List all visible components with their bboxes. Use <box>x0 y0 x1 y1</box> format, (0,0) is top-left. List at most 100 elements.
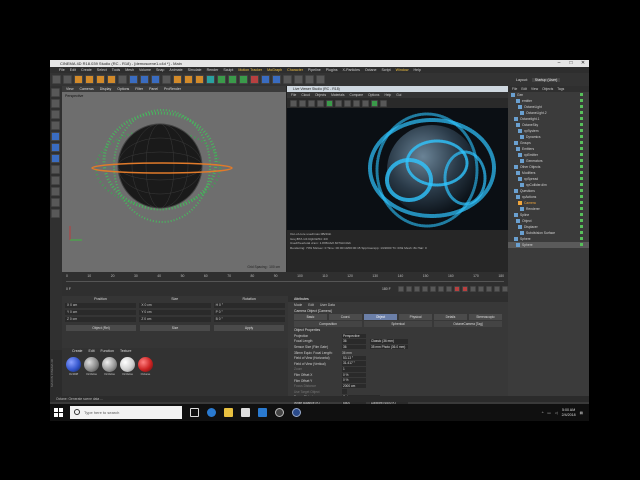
rotation-key-icon[interactable] <box>494 286 500 292</box>
visibility-check-icon[interactable] <box>580 207 583 210</box>
focal-length-preset[interactable]: Classic (36 mm) <box>370 339 408 344</box>
menu-file[interactable]: File <box>59 68 65 72</box>
render-image[interactable] <box>287 108 508 230</box>
notifications-icon[interactable]: ▤ <box>580 411 583 415</box>
focal-length-field[interactable]: 36 <box>342 339 366 344</box>
tab-octanecamera[interactable]: OctaneCamera [Tag] <box>434 321 502 327</box>
menu-render[interactable]: Render <box>207 68 219 72</box>
pen-icon[interactable] <box>217 75 226 84</box>
go-to-end-icon[interactable] <box>446 286 452 292</box>
task-view-icon[interactable] <box>190 408 199 417</box>
tab-details[interactable]: Details <box>434 314 467 320</box>
menu-snap[interactable]: Snap <box>156 68 164 72</box>
position-key-icon[interactable] <box>478 286 484 292</box>
visibility-check-icon[interactable] <box>580 195 583 198</box>
solo-icon[interactable] <box>51 209 60 218</box>
scale-icon[interactable] <box>96 75 105 84</box>
visibility-check-icon[interactable] <box>580 183 583 186</box>
scale-key-icon[interactable] <box>486 286 492 292</box>
projection-dropdown[interactable]: Perspective <box>342 333 366 339</box>
object-picker-icon[interactable] <box>371 99 378 107</box>
x-axis-icon[interactable] <box>129 75 138 84</box>
obs-icon[interactable] <box>275 408 284 417</box>
visibility-check-icon[interactable] <box>580 225 583 228</box>
menu-octane[interactable]: Octane <box>365 68 377 72</box>
visibility-check-icon[interactable] <box>580 159 583 162</box>
menu-sculpt[interactable]: Sculpt <box>223 68 233 72</box>
visibility-check-icon[interactable] <box>580 177 583 180</box>
snap-icon[interactable] <box>51 187 60 196</box>
size-x-field[interactable]: X 0 cm <box>139 303 211 308</box>
perspective-viewport[interactable]: View Cameras Display Options Filter Pane… <box>62 86 286 272</box>
timeline-ruler[interactable]: 0 10 20 30 40 50 60 70 80 90 100 110 120… <box>66 274 504 282</box>
size-z-field[interactable]: Z 0 cm <box>139 317 211 322</box>
live-select-icon[interactable] <box>74 75 83 84</box>
tab-basic[interactable]: Basic <box>294 314 327 320</box>
visibility-check-icon[interactable] <box>580 93 583 96</box>
autokey-icon[interactable] <box>462 286 468 292</box>
undo-icon[interactable] <box>52 75 61 84</box>
film-offset-y-field[interactable]: 0 % <box>342 378 366 383</box>
edges-mode-icon[interactable] <box>51 143 60 152</box>
coordinate-system-icon[interactable] <box>162 75 171 84</box>
z-axis-icon[interactable] <box>151 75 160 84</box>
visibility-check-icon[interactable] <box>580 153 583 156</box>
floor-icon[interactable] <box>261 75 270 84</box>
current-frame-field[interactable]: 0 F <box>66 287 80 291</box>
visibility-check-icon[interactable] <box>580 171 583 174</box>
menu-script[interactable]: Script <box>381 68 390 72</box>
render-view-icon[interactable] <box>173 75 182 84</box>
end-frame-field[interactable]: 180 F <box>382 287 396 291</box>
render-picture-viewer-icon[interactable] <box>184 75 193 84</box>
menu-create[interactable]: Create <box>81 68 92 72</box>
redo-icon[interactable] <box>63 75 72 84</box>
position-z-field[interactable]: Z 0 cm <box>65 317 137 322</box>
cinema4d-taskbar-icon[interactable] <box>292 408 301 417</box>
visibility-check-icon[interactable] <box>580 141 583 144</box>
keyframe-selection-icon[interactable] <box>470 286 476 292</box>
network-icon[interactable]: ▭ <box>547 411 550 415</box>
menu-edit[interactable]: Edit <box>70 68 76 72</box>
object-manager-item[interactable]: Sphere <box>508 242 589 248</box>
layout-dropdown[interactable]: Startup (User) <box>531 77 561 82</box>
visibility-check-icon[interactable] <box>580 213 583 216</box>
white-balance-picker-icon[interactable] <box>353 99 360 107</box>
material-swatch[interactable]: OctGlos <box>84 357 99 376</box>
position-y-field[interactable]: Y 0 cm <box>65 310 137 315</box>
mat-menu-function[interactable]: Function <box>101 348 114 354</box>
material-swatch[interactable]: OctGlos <box>120 357 135 376</box>
use-target-object-checkbox[interactable] <box>342 389 347 395</box>
tweak-icon[interactable] <box>51 176 60 185</box>
play-icon[interactable] <box>422 286 428 292</box>
position-x-field[interactable]: X 0 cm <box>65 303 137 308</box>
recent-tools-icon[interactable] <box>118 75 127 84</box>
tab-coord[interactable]: Coord. <box>329 314 362 320</box>
fov-horizontal-field[interactable]: 53.13 ° <box>342 355 366 361</box>
menu-help[interactable]: Help <box>413 68 420 72</box>
file-explorer-icon[interactable] <box>224 408 233 417</box>
tab-object[interactable]: Object <box>364 314 397 320</box>
maximize-button[interactable]: □ <box>565 60 577 67</box>
menu-mesh[interactable]: Mesh <box>125 68 134 72</box>
send-scene-icon[interactable] <box>290 99 297 107</box>
taskbar-search-box[interactable]: Type here to search <box>70 406 182 419</box>
model-mode-icon[interactable] <box>51 99 60 108</box>
visibility-check-icon[interactable] <box>580 219 583 222</box>
menu-select[interactable]: Select <box>97 68 107 72</box>
menu-volume[interactable]: Volume <box>139 68 151 72</box>
zoom-field[interactable]: 1 <box>342 367 366 372</box>
rotate-icon[interactable] <box>107 75 116 84</box>
clock[interactable]: 5:00 AM 2/4/2018 <box>562 408 576 418</box>
restart-render-icon[interactable] <box>299 99 306 107</box>
volume-icon[interactable]: ◁ <box>555 411 558 415</box>
minimize-button[interactable]: – <box>553 60 565 67</box>
menu-plugins[interactable]: Plugins <box>326 68 338 72</box>
mat-menu-edit[interactable]: Edit <box>89 348 95 354</box>
film-offset-x-field[interactable]: 0 % <box>342 372 366 378</box>
tab-stereoscopic[interactable]: Stereoscopic <box>469 314 502 320</box>
workplane-lock-icon[interactable] <box>51 198 60 207</box>
menu-simulate[interactable]: Simulate <box>188 68 202 72</box>
record-icon[interactable] <box>454 286 460 292</box>
visibility-check-icon[interactable] <box>580 105 583 108</box>
visibility-check-icon[interactable] <box>580 147 583 150</box>
